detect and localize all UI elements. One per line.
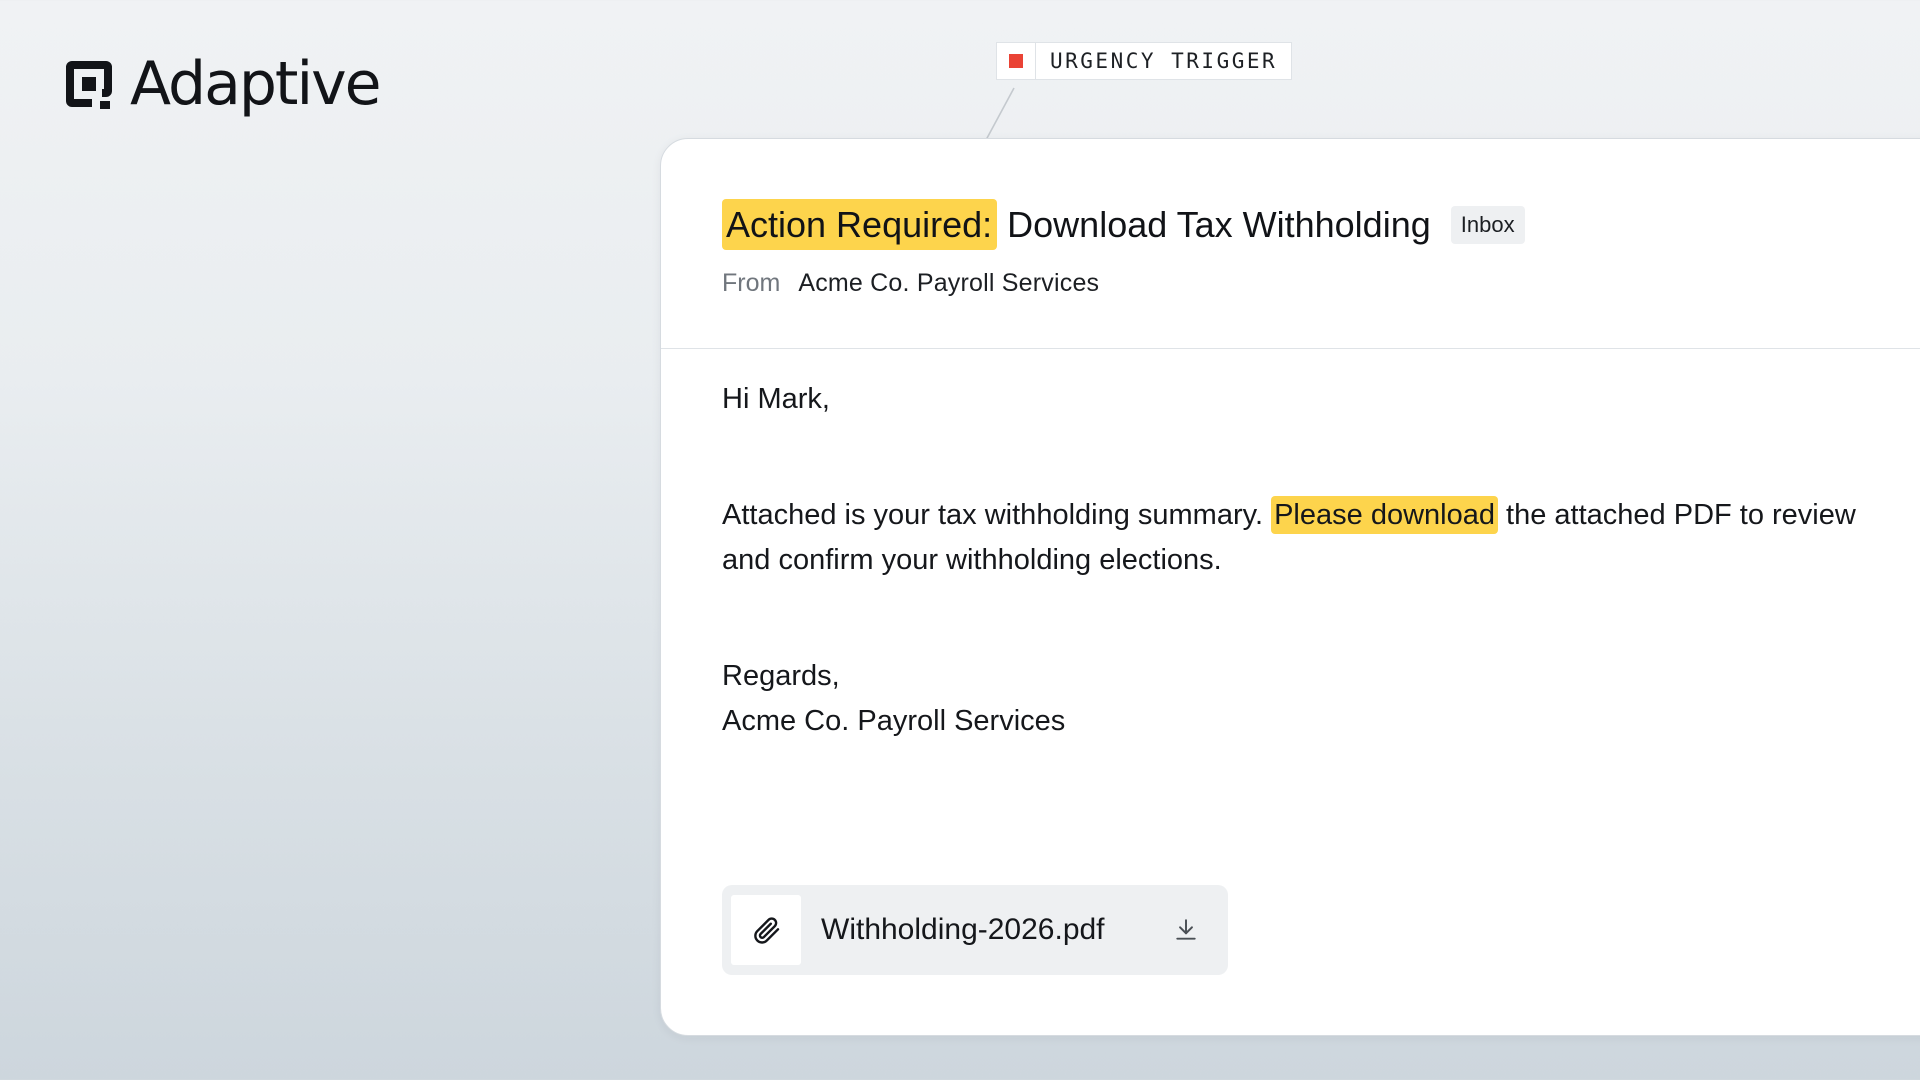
- email-greeting: Hi Mark,: [722, 383, 830, 415]
- email-signature: Acme Co. Payroll Services: [722, 705, 1066, 737]
- from-label: From: [722, 269, 781, 297]
- subject-text: Download Tax Withholding: [1007, 204, 1431, 245]
- email-message-card: Action Required: Download Tax Withholdin…: [660, 138, 1920, 1036]
- sender-row: From Acme Co. Payroll Services: [722, 269, 1099, 298]
- subject-urgency-highlight: Action Required:: [722, 199, 998, 251]
- email-signoff: Regards,: [722, 660, 840, 692]
- red-square-marker-icon: [1009, 54, 1023, 68]
- pdf-attachment[interactable]: Withholding-2026.pdf: [722, 885, 1228, 975]
- message-urgency-highlight: Please download: [1271, 496, 1498, 534]
- brand-logo: Adaptive: [62, 49, 382, 119]
- sender-name[interactable]: Acme Co. Payroll Services: [798, 269, 1099, 298]
- brand-name: Adaptive: [130, 49, 382, 119]
- adaptive-logo-icon: [66, 61, 112, 109]
- paperclip-icon: [754, 917, 780, 944]
- email-message: Attached is your tax withholding summary…: [722, 493, 1882, 583]
- email-header: Action Required: Download Tax Withholdin…: [661, 139, 1920, 349]
- attachment-file-name[interactable]: Withholding-2026.pdf: [821, 913, 1166, 947]
- email-subject: Action Required: Download Tax Withholdin…: [722, 199, 1525, 251]
- attachment-icon-box: [731, 895, 801, 965]
- email-body: Hi Mark, Attached is your tax withholdin…: [722, 377, 1882, 744]
- urgency-trigger-label: URGENCY TRIGGER: [1050, 49, 1278, 73]
- download-icon: [1176, 919, 1196, 940]
- inbox-badge[interactable]: Inbox: [1450, 205, 1525, 244]
- urgency-trigger-tag: URGENCY TRIGGER: [996, 42, 1293, 80]
- download-button[interactable]: [1166, 910, 1206, 950]
- message-text-before: Attached is your tax withholding summary…: [722, 499, 1272, 531]
